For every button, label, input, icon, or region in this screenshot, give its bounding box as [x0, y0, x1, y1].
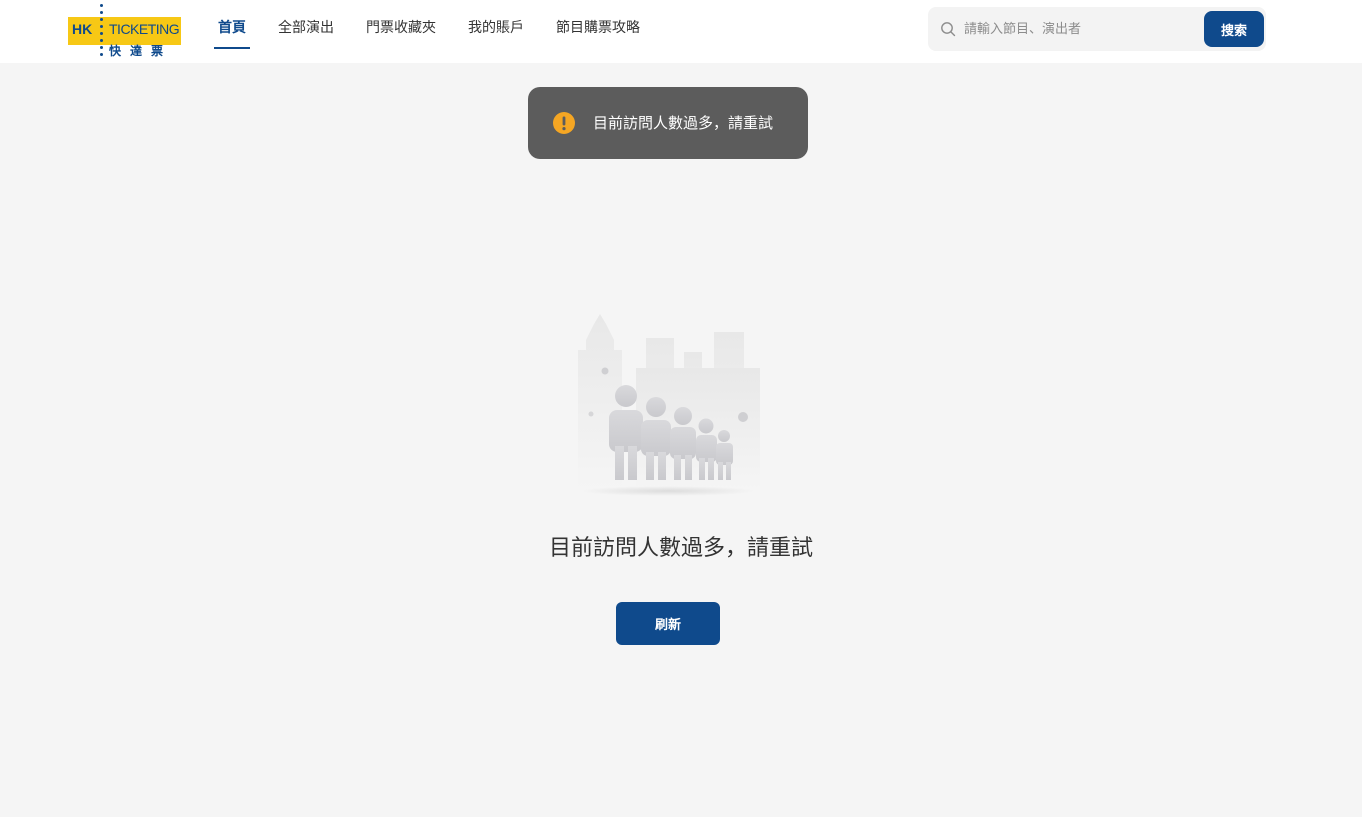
warning-icon — [553, 112, 575, 134]
refresh-button[interactable]: 刷新 — [616, 602, 720, 645]
toast-message: 目前訪問人數過多，請重試 — [593, 114, 774, 132]
top-header: HK TICKETING 快達票 首頁 全部演出 門票收藏夾 我的賬戶 節目購票… — [0, 0, 1362, 63]
logo-dots — [100, 3, 104, 57]
nav-item-ticket-favorites[interactable]: 門票收藏夾 — [350, 0, 452, 56]
logo-ticketing-text: TICKETING — [109, 21, 180, 37]
search-icon — [941, 22, 956, 37]
logo-chinese-text: 快達票 — [109, 44, 173, 58]
nav-item-all-shows[interactable]: 全部演出 — [262, 0, 350, 56]
search-bar: 搜索 — [928, 7, 1266, 51]
toast-notification: 目前訪問人數過多，請重試 — [528, 87, 808, 159]
main-nav: 首頁 全部演出 門票收藏夾 我的賬戶 節目購票攻略 — [202, 0, 656, 63]
search-input[interactable] — [964, 7, 1194, 51]
hk-ticketing-logo[interactable]: HK TICKETING 快達票 — [67, 3, 183, 58]
nav-item-ticket-guide[interactable]: 節目購票攻略 — [540, 0, 656, 56]
search-button[interactable]: 搜索 — [1204, 11, 1264, 47]
city-skyline — [578, 314, 760, 490]
nav-item-home[interactable]: 首頁 — [202, 0, 262, 56]
error-message: 目前訪問人數過多，請重試 — [548, 536, 813, 561]
crowd-waiting-illustration — [578, 314, 760, 496]
nav-item-my-account[interactable]: 我的賬戶 — [452, 0, 540, 56]
logo-hk-text: HK — [72, 21, 93, 37]
